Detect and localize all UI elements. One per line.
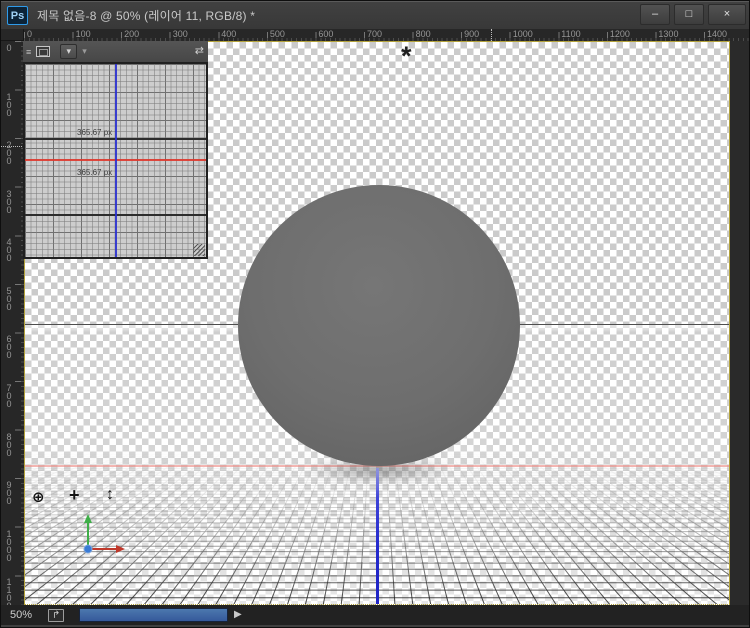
- ruler-cursor-indicator-x: [491, 29, 492, 41]
- secondary-view-header[interactable]: ≡ ▾ ▾ ⇄: [23, 41, 208, 62]
- photoshop-document-window: Ps 제목 없음-8 @ 50% (레이어 11, RGB/8) * – □ ×…: [0, 0, 750, 628]
- top-view-z-axis: [115, 64, 117, 257]
- panel-resize-handle[interactable]: [193, 244, 205, 256]
- close-button[interactable]: ×: [708, 4, 746, 25]
- vruler-label: 300: [4, 188, 14, 213]
- z-axis-origin: [83, 544, 93, 554]
- sphere-3d-object[interactable]: [238, 185, 520, 466]
- hruler-label: 600: [318, 29, 334, 39]
- ruler-origin-box[interactable]: [1, 29, 24, 41]
- minimize-button[interactable]: –: [640, 4, 670, 25]
- infinite-light-icon[interactable]: *: [401, 43, 412, 70]
- x-axis-arrow: [116, 545, 125, 553]
- hruler-label: 400: [221, 29, 237, 39]
- vruler-label: 1000: [4, 528, 14, 561]
- photoshop-app-icon: Ps: [7, 6, 28, 25]
- vruler-label: 700: [4, 382, 14, 407]
- hruler-label: 1400: [706, 29, 728, 39]
- swap-views-icon[interactable]: [36, 46, 51, 57]
- scroll-right-arrow[interactable]: ▶: [234, 609, 242, 620]
- hruler-label: 1300: [658, 29, 679, 39]
- vertical-ruler[interactable]: 0 100 200 300 400 500 600 700 800 900 1000 1100: [1, 41, 24, 609]
- vruler-label: 800: [4, 431, 14, 456]
- ground-z-axis-guide: [376, 468, 379, 604]
- horizontal-scrollbar-thumb[interactable]: [79, 608, 228, 622]
- hruler-label: 100: [75, 29, 91, 39]
- title-bar[interactable]: Ps 제목 없음-8 @ 50% (레이어 11, RGB/8) * – □ ×: [1, 1, 749, 29]
- swap-main-view-icon[interactable]: ⇄: [195, 44, 204, 57]
- vruler-label: 400: [4, 237, 14, 262]
- status-info-icon[interactable]: ↱: [48, 608, 65, 622]
- hruler-label: 0: [27, 29, 33, 39]
- secondary-view-top-view[interactable]: 365.67 px 365.67 px: [23, 62, 208, 259]
- hruler-label: 1000: [512, 29, 533, 39]
- panel-menu-icon[interactable]: ≡: [26, 47, 31, 57]
- maximize-button[interactable]: □: [674, 4, 704, 25]
- zoom-level-field[interactable]: 50%: [10, 609, 32, 621]
- hruler-label: 500: [269, 29, 285, 39]
- y-axis-arrow: [84, 514, 92, 523]
- vruler-label: 0: [4, 43, 14, 51]
- measurement-label-top: 365.67 px: [77, 128, 113, 137]
- measurement-label-bottom: 365.67 px: [77, 168, 113, 177]
- hruler-label: 900: [464, 29, 480, 39]
- horizontal-ruler[interactable]: 0 100 200 300 400 500 600 700 800 900 1000 1100 1200…: [24, 29, 749, 41]
- hruler-label: 1100: [561, 29, 581, 39]
- vruler-label: 200: [4, 140, 14, 165]
- view-select-button[interactable]: ▾: [60, 44, 78, 59]
- hruler-label: 1200: [609, 29, 630, 39]
- hruler-label: 200: [124, 29, 140, 39]
- hruler-label: 300: [172, 29, 188, 39]
- status-bar: 50% ↱ ▶: [1, 605, 749, 625]
- hruler-label: 700: [366, 29, 383, 39]
- window-controls: – □ ×: [640, 4, 746, 25]
- 3d-axis-widget[interactable]: [35, 472, 135, 562]
- hruler-label: 800: [415, 29, 431, 39]
- vruler-label: 600: [4, 334, 14, 359]
- document-title: 제목 없음-8 @ 50% (레이어 11, RGB/8) *: [37, 9, 256, 23]
- vruler-label: 900: [4, 480, 14, 505]
- secondary-view-panel: ≡ ▾ ▾ ⇄ 365.67 px 365.67 px: [23, 41, 208, 259]
- chevron-down-icon[interactable]: ▾: [82, 46, 87, 57]
- vruler-label: 100: [4, 91, 14, 116]
- vruler-label: 500: [4, 285, 14, 310]
